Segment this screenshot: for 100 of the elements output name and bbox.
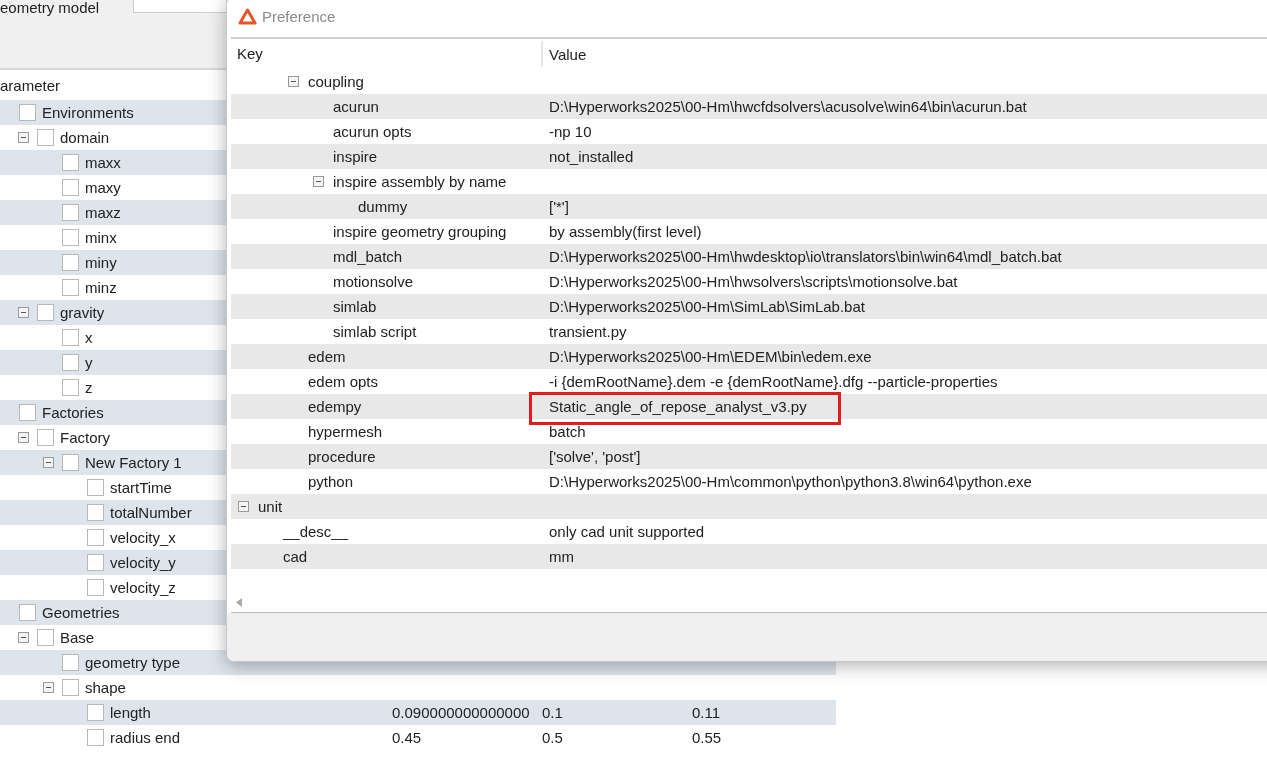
checkbox[interactable] <box>37 629 54 646</box>
tree-item[interactable]: unit <box>258 498 283 515</box>
table-cell: D:\Hyperworks2025\00-Hm\SimLab\SimLab.bat <box>549 298 865 315</box>
tree-item[interactable]: coupling <box>308 73 364 90</box>
table-cell: not_installed <box>549 148 634 165</box>
tree-item[interactable]: acurun <box>333 98 379 115</box>
collapse-icon[interactable] <box>288 76 299 87</box>
tree-item[interactable]: procedure <box>308 448 376 465</box>
tree-item[interactable]: minz <box>85 279 117 296</box>
collapse-icon[interactable] <box>18 432 29 443</box>
checkbox[interactable] <box>87 479 104 496</box>
tree-item[interactable]: hypermesh <box>308 423 383 440</box>
table-cell: batch <box>549 423 586 440</box>
tree-item[interactable]: totalNumber <box>110 504 192 521</box>
checkbox[interactable] <box>19 604 36 621</box>
checkbox[interactable] <box>87 704 104 721</box>
blank-tab[interactable] <box>133 0 227 13</box>
tree-item[interactable]: python <box>308 473 354 490</box>
collapse-icon[interactable] <box>43 682 54 693</box>
tree-item[interactable]: y <box>85 354 93 371</box>
column-header[interactable]: Key <box>237 41 263 67</box>
logo-icon <box>238 7 257 25</box>
tree-item[interactable]: radius end <box>110 729 181 746</box>
tree-item[interactable]: maxx <box>85 154 121 171</box>
tree-item[interactable]: mdl_batch <box>333 248 403 265</box>
checkbox[interactable] <box>62 204 79 221</box>
tree-item[interactable]: length <box>110 704 151 721</box>
tree-item[interactable]: miny <box>85 254 117 271</box>
checkbox[interactable] <box>62 454 79 471</box>
table-cell: -np 10 <box>549 123 592 140</box>
tree-item[interactable]: inspire <box>333 148 378 165</box>
checkbox[interactable] <box>87 504 104 521</box>
column-header[interactable]: Value <box>543 45 587 63</box>
tree-item[interactable]: startTime <box>110 479 172 496</box>
tree-item[interactable]: New Factory 1 <box>85 454 182 471</box>
checkbox[interactable] <box>62 354 79 371</box>
tree-item[interactable]: edempy <box>308 398 362 415</box>
collapse-icon[interactable] <box>18 307 29 318</box>
checkbox[interactable] <box>62 654 79 671</box>
checkbox[interactable] <box>87 579 104 596</box>
checkbox[interactable] <box>87 729 104 746</box>
collapse-icon[interactable] <box>18 132 29 143</box>
checkbox[interactable] <box>62 679 79 696</box>
tree-item[interactable]: __desc__ <box>283 523 349 540</box>
tree-item[interactable]: shape <box>85 679 126 696</box>
tree-item[interactable]: Factories <box>42 404 104 421</box>
checkbox[interactable] <box>87 529 104 546</box>
collapse-icon[interactable] <box>43 457 54 468</box>
tree-item[interactable]: Geometries <box>42 604 120 621</box>
tree-item[interactable]: Base <box>60 629 95 646</box>
tree-item[interactable]: domain <box>60 129 110 146</box>
checkbox[interactable] <box>62 279 79 296</box>
table-cell: 0.45 <box>392 729 422 746</box>
table-cell: D:\Hyperworks2025\00-Hm\hwsolvers\scripts\motionsolve.bat <box>549 273 958 290</box>
tree-item[interactable]: x <box>85 329 93 346</box>
table-cell: Static_angle_of_repose_analyst_v3.py <box>549 398 807 415</box>
tree-item[interactable]: velocity_z <box>110 579 176 596</box>
tree-item[interactable]: Factory <box>60 429 110 446</box>
tab[interactable]: eometry model <box>0 0 108 17</box>
checkbox[interactable] <box>62 329 79 346</box>
checkbox[interactable] <box>62 254 79 271</box>
tree-item[interactable]: inspire assembly by name <box>333 173 507 190</box>
checkbox[interactable] <box>37 129 54 146</box>
table-cell: 0.11 <box>692 704 721 721</box>
tree-item[interactable]: motionsolve <box>333 273 414 290</box>
scroll-left-icon[interactable] <box>236 597 243 607</box>
tree-item[interactable]: gravity <box>60 304 105 321</box>
table-cell: mm <box>549 548 574 565</box>
table-cell: by assembly(first level) <box>549 223 702 240</box>
tree-item[interactable]: inspire geometry grouping <box>333 223 507 240</box>
tree-item[interactable]: acurun opts <box>333 123 412 140</box>
collapse-icon[interactable] <box>18 632 29 643</box>
tree-item[interactable]: edem opts <box>308 373 379 390</box>
checkbox[interactable] <box>37 429 54 446</box>
collapse-icon[interactable] <box>238 501 249 512</box>
tree-item[interactable]: edem <box>308 348 346 365</box>
tree-item[interactable]: dummy <box>358 198 408 215</box>
checkbox[interactable] <box>87 554 104 571</box>
tree-item[interactable]: simlab script <box>333 323 417 340</box>
tree-item[interactable]: minx <box>85 229 117 246</box>
column-header: arameter <box>0 76 61 94</box>
checkbox[interactable] <box>62 229 79 246</box>
table-cell: -i {demRootName}.dem -e {demRootName}.dfg --particle-properties <box>549 373 998 390</box>
tree-item[interactable]: maxy <box>85 179 121 196</box>
tree-item[interactable]: velocity_y <box>110 554 176 571</box>
checkbox[interactable] <box>19 404 36 421</box>
checkbox[interactable] <box>62 179 79 196</box>
tree-item[interactable]: simlab <box>333 298 377 315</box>
tree-item[interactable]: velocity_x <box>110 529 176 546</box>
tree-item[interactable]: Environments <box>42 104 134 121</box>
checkbox[interactable] <box>19 104 36 121</box>
checkbox[interactable] <box>62 379 79 396</box>
tree-item[interactable]: cad <box>283 548 308 565</box>
table-cell: 0.090000000000000 <box>392 704 530 721</box>
tree-item[interactable]: z <box>85 379 93 396</box>
tree-item[interactable]: geometry type <box>85 654 181 671</box>
collapse-icon[interactable] <box>313 176 324 187</box>
tree-item[interactable]: maxz <box>85 204 121 221</box>
checkbox[interactable] <box>37 304 54 321</box>
checkbox[interactable] <box>62 154 79 171</box>
